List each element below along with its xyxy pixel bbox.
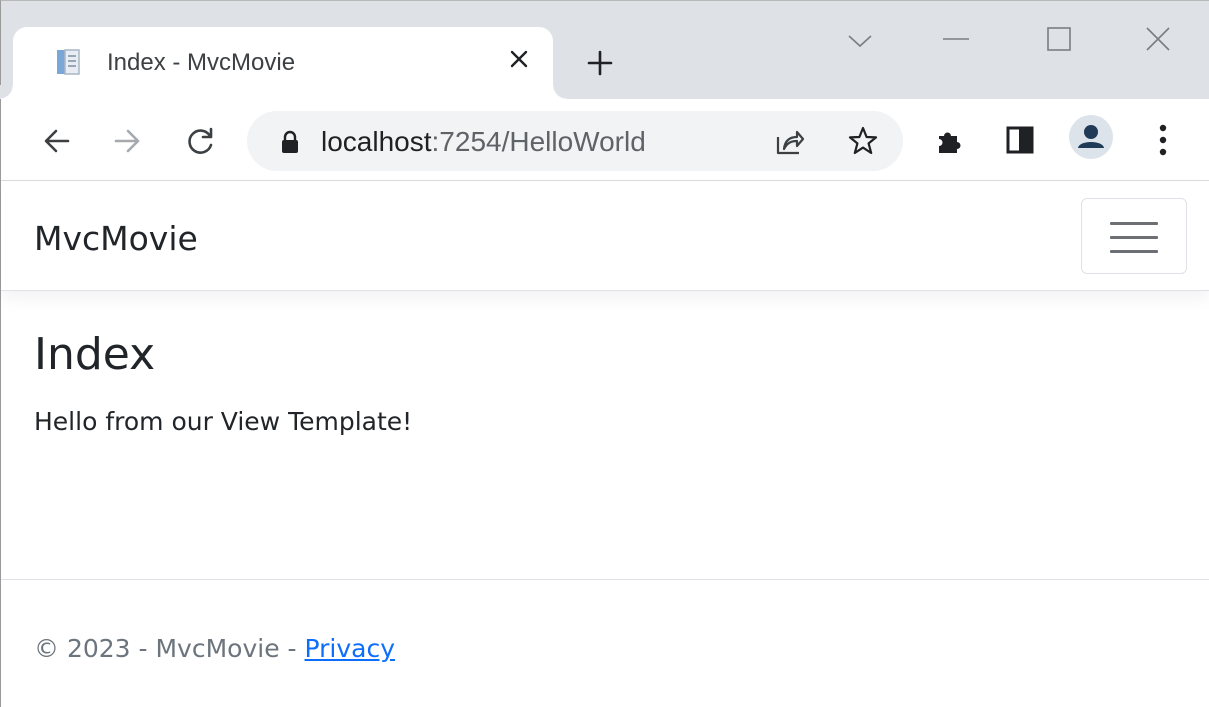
navbar-brand-link[interactable]: MvcMovie (34, 219, 198, 258)
page-message: Hello from our View Template! (34, 407, 413, 436)
plus-icon[interactable] (585, 48, 615, 78)
tab-title: Index - MvcMovie (107, 49, 296, 76)
side-panel-icon[interactable] (1005, 124, 1037, 156)
tab-strip: Index - MvcMovie (0, 1, 1209, 99)
footer-text: © 2023 - MvcMovie - Privacy (34, 634, 395, 663)
close-tab-icon[interactable] (505, 45, 533, 73)
main-content: Index Hello from our View Template! (34, 325, 412, 436)
tab-index[interactable]: Index - MvcMovie (0, 27, 567, 99)
privacy-link[interactable]: Privacy (305, 634, 396, 663)
person-icon[interactable] (1069, 115, 1113, 159)
maximize-icon[interactable] (1046, 26, 1072, 52)
url-path: :7254/HelloWorld (431, 126, 646, 157)
hamburger-menu-icon[interactable] (1081, 198, 1187, 274)
url-text[interactable]: localhost:7254/HelloWorld (321, 126, 646, 158)
browser-window: Index - MvcMovie localhost:7254/HelloWor… (0, 0, 1209, 707)
tab-search-icon[interactable] (847, 31, 873, 51)
site-footer: © 2023 - MvcMovie - Privacy (1, 579, 1209, 707)
browser-toolbar: localhost:7254/HelloWorld (1, 99, 1209, 181)
arrow-right-icon[interactable] (111, 125, 143, 157)
close-icon[interactable] (1144, 25, 1172, 53)
puzzle-icon[interactable] (935, 124, 967, 156)
arrow-left-icon[interactable] (41, 125, 73, 157)
footer-copyright: © 2023 - MvcMovie - (34, 634, 305, 663)
reload-icon[interactable] (185, 125, 217, 157)
star-icon[interactable] (847, 125, 879, 157)
site-navbar: MvcMovie (1, 181, 1209, 291)
share-icon[interactable] (775, 125, 805, 157)
page-title: Index (34, 329, 156, 380)
lock-icon[interactable] (281, 130, 299, 154)
minimize-icon[interactable] (941, 29, 971, 49)
address-bar[interactable]: localhost:7254/HelloWorld (247, 111, 903, 171)
vertical-dots-icon[interactable] (1149, 123, 1177, 157)
page-document-icon (55, 48, 81, 76)
url-host: localhost (321, 126, 432, 157)
